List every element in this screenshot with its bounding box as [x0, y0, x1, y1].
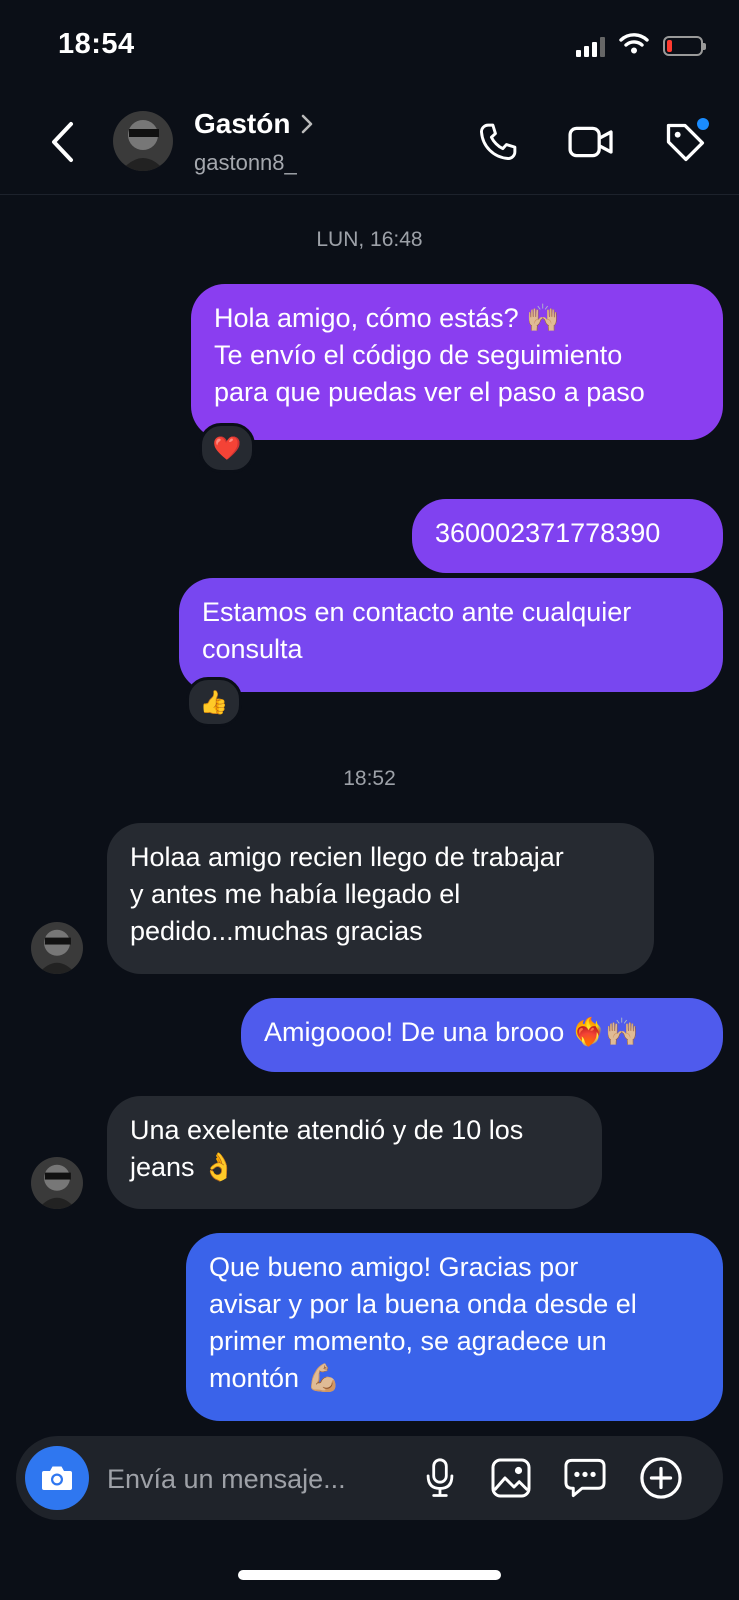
message-text: avisar y por la buena onda desde el	[209, 1289, 637, 1319]
message-text: montón 💪🏼	[209, 1363, 341, 1393]
camera-button[interactable]	[25, 1446, 89, 1510]
outgoing-message[interactable]: Hola amigo, cómo estás? 🙌🏼 Te envío el c…	[191, 284, 723, 440]
voice-call-button[interactable]	[472, 116, 524, 168]
contact-handle: gastonn8_	[194, 150, 297, 175]
phone-icon	[480, 123, 517, 160]
video-call-button[interactable]	[565, 116, 617, 168]
status-icons	[576, 32, 706, 59]
message-text: para que puedas ver el paso a paso	[214, 377, 645, 407]
message-text: Holaa amigo recien llego de trabajar	[130, 842, 564, 872]
contact-avatar[interactable]	[31, 922, 83, 974]
chevron-right-icon	[302, 114, 313, 134]
message-input[interactable]	[105, 1458, 399, 1500]
message-text: primer momento, se agradece un	[209, 1326, 607, 1356]
wifi-icon	[619, 32, 649, 59]
outgoing-message[interactable]: Estamos en contacto ante cualquier consu…	[179, 578, 723, 692]
sticker-button[interactable]	[559, 1452, 611, 1504]
message-text: y antes me había llegado el	[130, 879, 461, 909]
timestamp: 18:52	[343, 767, 396, 790]
back-button[interactable]	[42, 116, 82, 168]
message-text: pedido...muchas gracias	[130, 916, 423, 946]
message-text: consulta	[202, 634, 303, 664]
voice-message-button[interactable]	[414, 1452, 466, 1504]
back-icon	[52, 122, 73, 162]
contact-avatar[interactable]	[31, 1157, 83, 1209]
notification-dot	[697, 118, 709, 130]
gallery-icon	[491, 1458, 531, 1498]
camera-icon	[42, 1466, 72, 1490]
status-bar: 18:54	[0, 0, 739, 90]
tag-button[interactable]	[659, 116, 711, 168]
more-options-button[interactable]	[635, 1452, 687, 1504]
incoming-message[interactable]: Una exelente atendió y de 10 los jeans 👌	[107, 1096, 602, 1209]
sticker-icon	[564, 1458, 606, 1498]
message-text: Una exelente atendió y de 10 los	[130, 1115, 524, 1145]
microphone-icon	[426, 1458, 454, 1497]
message-text: Que bueno amigo! Gracias por	[209, 1252, 579, 1282]
message-text: Hola amigo, cómo estás? 🙌🏼	[214, 303, 560, 333]
home-indicator	[238, 1570, 501, 1580]
timestamp: LUN, 16:48	[316, 228, 423, 251]
video-camera-icon	[568, 126, 613, 158]
cellular-signal-icon	[576, 35, 605, 57]
gallery-button[interactable]	[485, 1452, 537, 1504]
contact-avatar[interactable]	[113, 111, 173, 171]
status-time: 18:54	[58, 28, 135, 60]
outgoing-message[interactable]: Amigoooo! De una brooo ❤️‍🔥🙌🏼	[241, 998, 723, 1072]
plus-icon	[640, 1457, 682, 1499]
battery-icon	[663, 35, 706, 56]
incoming-message[interactable]: Holaa amigo recien llego de trabajar y a…	[107, 823, 654, 974]
tracking-code-text: 360002371778390	[435, 518, 661, 548]
chat-header: Gastón gastonn8_	[0, 90, 739, 195]
thumbs-up-reaction[interactable]: 👍	[186, 677, 242, 727]
contact-name[interactable]: Gastón	[194, 108, 314, 140]
message-text: jeans 👌	[130, 1152, 236, 1182]
message-text: Amigoooo! De una brooo ❤️‍🔥🙌🏼	[264, 1017, 639, 1047]
message-text: Estamos en contacto ante cualquier	[202, 597, 632, 627]
outgoing-message[interactable]: Que bueno amigo! Gracias por avisar y po…	[186, 1233, 723, 1421]
message-composer	[16, 1436, 723, 1520]
message-text: Te envío el código de seguimiento	[214, 340, 623, 370]
outgoing-message[interactable]: 360002371778390	[412, 499, 723, 573]
heart-reaction[interactable]: ❤️	[199, 423, 255, 473]
